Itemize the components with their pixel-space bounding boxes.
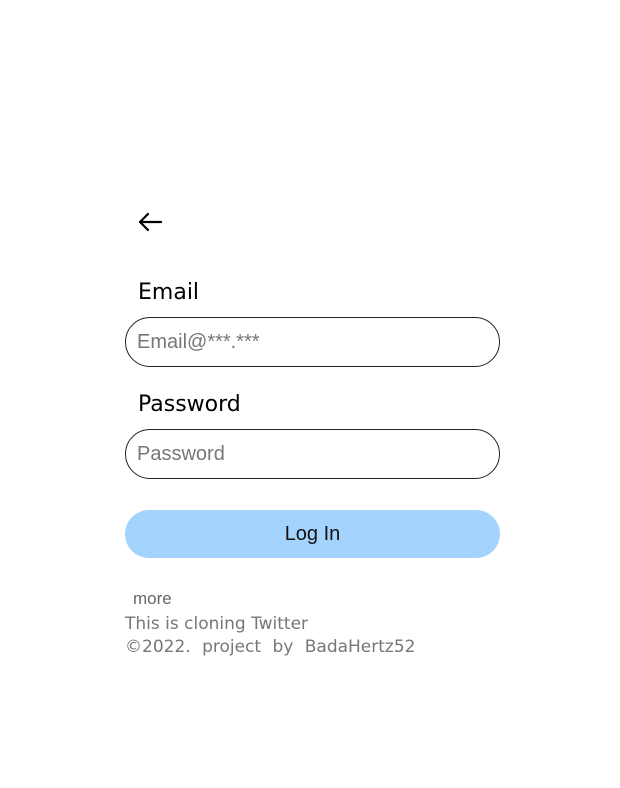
back-button[interactable]	[134, 207, 166, 237]
more-link[interactable]: more	[133, 589, 172, 609]
email-label: Email	[138, 280, 200, 305]
password-input[interactable]	[125, 429, 500, 479]
password-label: Password	[138, 392, 241, 417]
arrow-left-icon	[138, 212, 163, 232]
email-input[interactable]	[125, 317, 500, 367]
login-button[interactable]: Log In	[125, 510, 500, 558]
login-page: Email Password Log In more This is cloni…	[0, 0, 620, 788]
footer-copyright: ©2022. project by BadaHertz52	[125, 637, 416, 657]
footer-description: This is cloning Twitter	[125, 614, 309, 634]
